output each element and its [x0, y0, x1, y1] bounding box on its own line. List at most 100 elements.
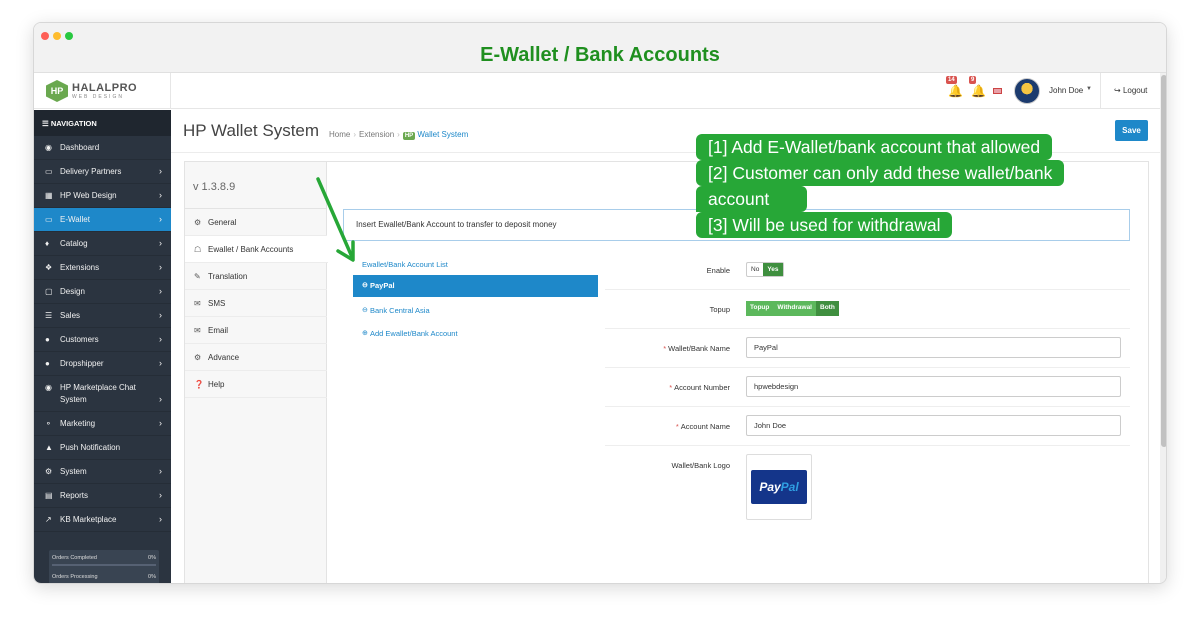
sidebar-item-catalog[interactable]: ♦ Catalog › [34, 232, 171, 256]
sidebar-item-dashboard[interactable]: ◉ Dashboard [34, 136, 171, 160]
tab-advance[interactable]: ⚙ Advance [185, 344, 327, 371]
sidebar-item-design[interactable]: ▢ Design › [34, 280, 171, 304]
minimize-window-button[interactable] [53, 32, 61, 40]
wallet-name-input[interactable]: PayPal [746, 337, 1121, 358]
tab-ewallet-bank-accounts[interactable]: ☖ Ewallet / Bank Accounts [185, 236, 328, 263]
breadcrumb-extension[interactable]: Extension [359, 130, 394, 139]
order-stats: Orders Completed 0% Orders Processing 0% [49, 550, 159, 583]
sidebar-item-system[interactable]: ⚙ System › [34, 460, 171, 484]
sidebar-item-label: Design [60, 287, 85, 296]
chevron-right-icon: › [159, 466, 162, 476]
sidebar-item-hp-web-design[interactable]: ▦ HP Web Design › [34, 184, 171, 208]
logo[interactable]: HP HALALPRO WEB DESIGN [34, 73, 171, 109]
chevron-down-icon[interactable]: ▼ [1086, 86, 1092, 92]
dashboard-icon: ◉ [45, 143, 52, 152]
stat-orders-completed: Orders Completed 0% [52, 555, 156, 566]
enable-yes-option[interactable]: Yes [763, 263, 783, 276]
sidebar-item-label: Delivery Partners [60, 167, 122, 176]
puzzle-icon: ❖ [45, 263, 53, 272]
page-title: HP Wallet System [183, 121, 320, 140]
minus-circle-icon[interactable]: ⊖ [362, 281, 368, 289]
account-list-title[interactable]: Ewallet/Bank Account List [362, 260, 448, 269]
avatar[interactable] [1014, 78, 1040, 104]
sidebar-item-label: Catalog [60, 239, 88, 248]
breadcrumb-home[interactable]: Home [329, 130, 350, 139]
tab-label: Advance [208, 353, 240, 362]
hp-tag: HP [402, 132, 416, 140]
logo-mark: HP [46, 80, 68, 102]
breadcrumb-current[interactable]: Wallet System [417, 130, 468, 139]
sidebar-item-customers[interactable]: ● Customers › [34, 328, 171, 352]
form-row-logo: Wallet/Bank Logo PayPal [605, 446, 1130, 536]
maximize-window-button[interactable] [65, 32, 73, 40]
account-name-input[interactable]: John Doe [746, 415, 1121, 436]
topup-option-both[interactable]: Both [816, 301, 839, 316]
tab-email[interactable]: ✉ Email [185, 317, 327, 344]
topup-label: Topup [709, 305, 730, 314]
sidebar-item-extensions[interactable]: ❖ Extensions › [34, 256, 171, 280]
sidebar-item-marketing[interactable]: ⚬ Marketing › [34, 412, 171, 436]
topup-toggle[interactable]: Topup Withdrawal Both [746, 301, 839, 316]
sidebar-item-label: Dashboard [60, 143, 100, 152]
account-item-bank-central-asia[interactable]: ⊖ Bank Central Asia [353, 300, 598, 322]
logo-upload[interactable]: PayPal [746, 454, 812, 520]
sidebar-item-label: Sales [60, 311, 81, 320]
chevron-right-icon: › [159, 262, 162, 272]
add-account-button[interactable]: ⊕ Add Ewallet/Bank Account [353, 323, 598, 345]
sidebar-item-label: Dropshipper [60, 359, 104, 368]
sidebar-item-push-notification[interactable]: ▲ Push Notification [34, 436, 171, 460]
tab-help[interactable]: ❓ Help [185, 371, 327, 398]
tab-label: Email [208, 326, 229, 335]
chevron-right-icon: › [159, 166, 162, 176]
tab-general[interactable]: ⚙ General [185, 209, 327, 236]
form-row-account-number: * Account Number hpwebdesign [605, 368, 1130, 407]
enable-label: Enable [706, 266, 730, 275]
sidebar: ☰ NAVIGATION ◉ Dashboard ▭ Delivery Partne… [34, 110, 171, 583]
enable-no-option[interactable]: No [747, 263, 763, 276]
envelope-icon: ✉ [194, 299, 201, 308]
share-icon: ⚬ [45, 419, 52, 428]
logout-button[interactable]: ↪ Logout [1100, 73, 1160, 109]
progress-bar [52, 564, 156, 566]
question-icon: ❓ [194, 380, 204, 389]
desktop-icon: ▢ [45, 287, 53, 296]
window-titlebar: E-Wallet / Bank Accounts [34, 23, 1166, 73]
close-window-button[interactable] [41, 32, 49, 40]
tab-sms[interactable]: ✉ SMS [185, 290, 327, 317]
account-item-paypal[interactable]: ⊖ PayPal [353, 275, 598, 297]
sidebar-item-dropshipper[interactable]: ● Dropshipper › [34, 352, 171, 376]
wallet-name-label: * Wallet/Bank Name [663, 344, 730, 353]
minus-circle-icon[interactable]: ⊖ [362, 306, 368, 314]
account-item-label: Bank Central Asia [370, 306, 430, 315]
sidebar-item-delivery-partners[interactable]: ▭ Delivery Partners › [34, 160, 171, 184]
stat-label: Orders Completed [52, 555, 97, 561]
bell-icon[interactable]: 🔔 [948, 84, 963, 98]
stat-value: 0% [148, 555, 156, 561]
cog-icon: ⚙ [194, 218, 202, 227]
language-flag-icon[interactable] [993, 88, 1002, 94]
sidebar-item-kb-marketplace[interactable]: ↗ KB Marketplace › [34, 508, 171, 532]
bell-icon[interactable]: 🔔 [971, 84, 986, 98]
topup-option-withdrawal[interactable]: Withdrawal [773, 301, 816, 316]
tab-label: SMS [208, 299, 226, 308]
page-scrollbar[interactable] [1160, 73, 1166, 583]
sidebar-item-hp-marketplace-chat[interactable]: ◉ HP Marketplace Chat System › [34, 376, 171, 412]
enable-toggle[interactable]: No Yes [746, 262, 784, 277]
notification-badge: 9 [969, 76, 977, 84]
cogs-icon: ⚙ [194, 353, 202, 362]
chevron-right-icon: › [159, 310, 162, 320]
sidebar-item-sales[interactable]: ☰ Sales › [34, 304, 171, 328]
sidebar-item-reports[interactable]: ▤ Reports › [34, 484, 171, 508]
topup-option-topup[interactable]: Topup [746, 301, 774, 316]
user-icon: ● [45, 335, 50, 344]
tab-translation[interactable]: ✎ Translation [185, 263, 327, 290]
save-button[interactable]: Save [1115, 120, 1148, 141]
scrollbar-thumb[interactable] [1161, 75, 1166, 447]
account-number-input[interactable]: hpwebdesign [746, 376, 1121, 397]
chevron-right-icon: › [159, 214, 162, 224]
sidebar-item-e-wallet[interactable]: ▭ E-Wallet › [34, 208, 171, 232]
tab-label: Translation [208, 272, 248, 281]
user-name[interactable]: John Doe [1049, 86, 1083, 95]
envelope-icon: ✉ [194, 326, 201, 335]
settings-tabs: v 1.3.8.9 ⚙ General ☖ Ewallet / Bank Accou… [185, 162, 328, 583]
